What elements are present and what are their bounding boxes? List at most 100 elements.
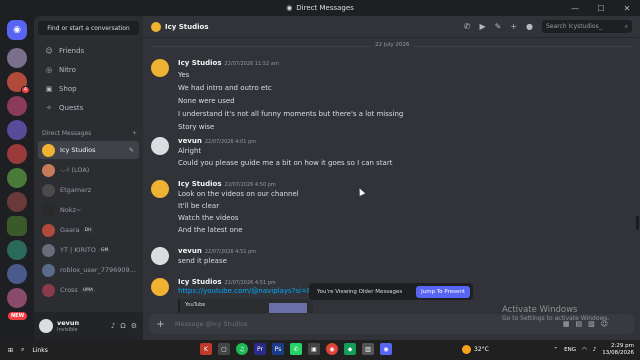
chevron-up-icon[interactable]: ⌃ — [554, 347, 559, 353]
scrollbar[interactable] — [636, 216, 639, 230]
sun-icon — [462, 345, 471, 354]
headphones-icon[interactable]: Ω — [120, 322, 125, 330]
language-indicator[interactable]: ENG — [564, 347, 576, 353]
microphone-icon[interactable]: ♪ — [111, 322, 115, 330]
avatar[interactable] — [151, 59, 169, 77]
app-icon[interactable]: K — [200, 343, 212, 355]
dm-item[interactable]: Cross UMA — [38, 281, 139, 299]
pin-icon[interactable]: ✎ — [495, 22, 502, 31]
jump-to-present-button[interactable]: Jump To Present — [416, 285, 470, 298]
discord-logo-icon: ◉ — [286, 4, 293, 12]
photoshop-icon[interactable]: Ps — [272, 343, 284, 355]
discord-icon[interactable]: ◉ — [380, 343, 392, 355]
search-input[interactable]: Search Icystudios_ ⌕ — [542, 20, 632, 33]
spotify-icon[interactable]: ♫ — [236, 343, 248, 355]
chrome-icon[interactable]: ◉ — [326, 343, 338, 355]
whatsapp-icon[interactable]: ✆ — [290, 343, 302, 355]
server-icon[interactable] — [7, 192, 27, 212]
message-line: And the latest one — [178, 226, 243, 234]
dm-name: Cross — [60, 286, 78, 294]
create-dm-icon[interactable]: + — [132, 130, 137, 137]
server-folder[interactable] — [7, 216, 27, 236]
header-tools: ✆ ▶ ✎ + ● Search Icystudios_ ⌕ — [464, 20, 632, 33]
server-icon[interactable] — [7, 168, 27, 188]
timestamp: 22/07/2026 4:01 pm — [204, 139, 257, 145]
server-icon[interactable] — [7, 264, 27, 284]
dm-item[interactable]: YT | KIRITO GM — [38, 241, 139, 259]
author[interactable]: Icy Studios — [178, 180, 222, 188]
premiere-icon[interactable]: Pr — [254, 343, 266, 355]
weather-widget[interactable]: 32°C — [462, 345, 489, 354]
server-icon[interactable] — [7, 288, 27, 308]
avatar[interactable] — [151, 137, 169, 155]
avatar[interactable] — [151, 180, 169, 198]
avatar — [42, 263, 55, 277]
server-icon[interactable] — [7, 120, 27, 140]
author[interactable]: vevun — [178, 247, 202, 255]
dm-name: Icy Studios — [60, 146, 96, 154]
taskbar: ⊞ ⌕ Links K ▢ ♫ Pr Ps ✆ ▣ ◉ ◆ ▥ ◉ 32°C ⌃… — [0, 340, 640, 360]
app-icon[interactable]: ▥ — [362, 343, 374, 355]
dm-item[interactable]: Gaara DH — [38, 221, 139, 239]
timestamp: 22/07/2026 4:51 pm — [204, 249, 257, 255]
chat-area: Icy Studios ✆ ▶ ✎ + ● Search Icystudios_… — [143, 16, 640, 340]
user-controls: ♪ Ω ⚙ — [111, 322, 143, 330]
search-icon[interactable]: ⌕ — [21, 346, 24, 354]
author[interactable]: vevun — [178, 137, 202, 145]
avatar[interactable] — [39, 319, 53, 333]
dm-section-header: Direct Messages + — [42, 130, 137, 137]
message-link[interactable]: https://youtube.com/@naviplays?si=PRO — [178, 287, 321, 295]
pin-icon[interactable]: ✎ — [129, 147, 134, 154]
nav-quests[interactable]: ✧ Quests — [38, 100, 139, 115]
call-icon[interactable]: ✆ — [464, 22, 471, 31]
server-icon[interactable] — [7, 144, 27, 164]
app-icon[interactable]: ◆ — [344, 343, 356, 355]
dm-name: YT | KIRITO — [60, 246, 96, 254]
app-icon[interactable]: ▢ — [218, 343, 230, 355]
add-attachment-icon[interactable]: + — [155, 319, 166, 330]
server-icon[interactable]: 4 — [7, 72, 30, 94]
author[interactable]: Icy Studios — [178, 59, 222, 67]
nav-friends[interactable]: ☺ Friends — [38, 43, 139, 58]
start-icon[interactable]: ⊞ — [8, 347, 13, 354]
date-divider: 22 July 2026 — [151, 42, 632, 48]
user-info[interactable]: vevun Invisible — [57, 319, 79, 333]
profile-icon[interactable]: ● — [526, 22, 533, 31]
volume-icon[interactable]: ♪ — [593, 347, 597, 353]
minimize-button[interactable]: — — [562, 0, 588, 16]
gear-icon[interactable]: ⚙ — [131, 322, 137, 330]
add-friend-icon[interactable]: + — [510, 22, 517, 31]
find-conversation-button[interactable]: Find or start a conversation — [38, 21, 139, 35]
composer-placeholder: Message @Icy Studios — [175, 320, 248, 328]
dm-item[interactable]: roblox_user_7796909... — [38, 261, 139, 279]
dm-name: -.-! (LOA) — [60, 166, 90, 174]
temperature: 32°C — [474, 346, 489, 353]
dm-item[interactable]: -.-! (LOA) — [38, 161, 139, 179]
home-button[interactable]: ◉ — [7, 20, 27, 40]
taskbar-search-label[interactable]: Links — [32, 347, 47, 354]
dm-item[interactable]: Etgamerz — [38, 181, 139, 199]
server-icon[interactable] — [7, 240, 27, 260]
avatar[interactable] — [151, 247, 169, 265]
clock[interactable]: 2:29 pm 13/08/2026 — [602, 343, 634, 357]
dm-item[interactable]: Nokz~ — [38, 201, 139, 219]
discord-app: ◉ Direct Messages — ☐ ✕ ◉ 4 NEW Find or … — [0, 0, 640, 340]
avatar — [42, 283, 55, 297]
author[interactable]: Icy Studios — [178, 278, 222, 286]
link-embed[interactable]: YouTube — [178, 299, 313, 313]
server-icon[interactable] — [7, 48, 27, 68]
message-header: Icy Studios 22/07/2026 11:52 am — [178, 59, 279, 67]
server-icon[interactable] — [7, 96, 27, 116]
app-icon[interactable]: ▣ — [308, 343, 320, 355]
video-icon[interactable]: ▶ — [479, 22, 485, 31]
message-header: Icy Studios 22/07/2026 4:50 pm — [178, 180, 276, 188]
dm-item-icy-studios[interactable]: Icy Studios ✎ — [38, 141, 139, 159]
close-button[interactable]: ✕ — [614, 0, 640, 16]
wifi-icon[interactable]: ◠ — [582, 347, 587, 353]
chat-header: Icy Studios ✆ ▶ ✎ + ● Search Icystudios_… — [143, 16, 640, 38]
message-header: Icy Studios 22/07/2026 4:51 pm — [178, 278, 276, 286]
nav-nitro[interactable]: ◎ Nitro — [38, 62, 139, 77]
nav-shop[interactable]: ▣ Shop — [38, 81, 139, 96]
avatar[interactable] — [151, 278, 169, 296]
maximize-button[interactable]: ☐ — [588, 0, 614, 16]
